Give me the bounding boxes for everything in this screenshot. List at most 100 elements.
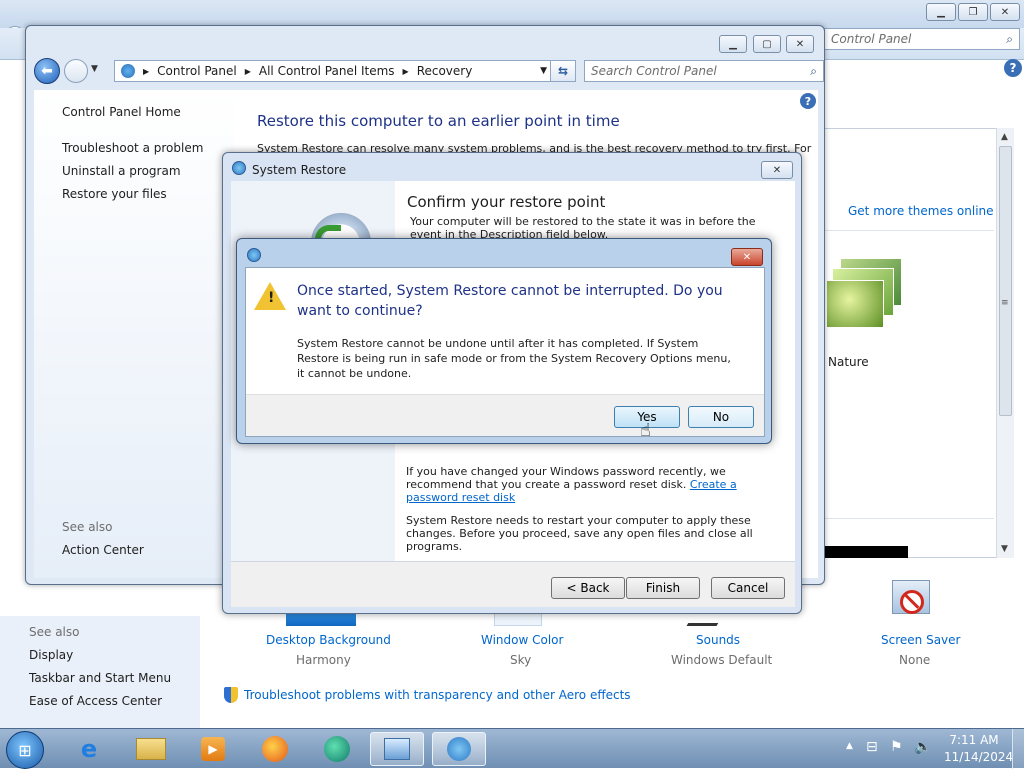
- search-icon[interactable]: ⌕: [1006, 32, 1013, 47]
- recovery-close-button[interactable]: ✕: [786, 35, 814, 53]
- recovery-maximize-button[interactable]: ▢: [753, 35, 781, 53]
- personalization-search-input[interactable]: Control Panel ⌕: [824, 28, 1020, 50]
- control-panel-home-link[interactable]: Control Panel Home: [62, 105, 181, 119]
- taskbar-start-menu-link[interactable]: Taskbar and Start Menu: [29, 671, 171, 685]
- themes-divider: [824, 230, 994, 231]
- desktop-background-link[interactable]: Desktop Background: [266, 633, 391, 647]
- media-player-icon[interactable]: ▶: [186, 732, 240, 766]
- clock-time[interactable]: 7:11 AM: [944, 733, 1004, 747]
- themes-divider-bottom: [824, 518, 994, 519]
- warning-exclamation-icon: !: [268, 290, 275, 306]
- dialog-title-icon: [247, 248, 261, 262]
- show-desktop-button[interactable]: [1012, 729, 1024, 769]
- taskbar: ⊞ e ▶ ▲ ⊟ ⚑ 🔈 7:11 AM 11/14/2024: [0, 728, 1024, 769]
- screen-saver-link[interactable]: Screen Saver: [881, 633, 960, 647]
- sounds-icon[interactable]: [686, 614, 724, 626]
- restart-notice: System Restore needs to restart your com…: [406, 514, 753, 553]
- internet-explorer-icon[interactable]: e: [62, 732, 116, 766]
- clock-date[interactable]: 11/14/2024: [944, 750, 1013, 764]
- breadcrumb-control-panel[interactable]: Control Panel: [157, 64, 237, 78]
- nature-theme-thumbnail[interactable]: [826, 252, 906, 332]
- get-more-themes-link[interactable]: Get more themes online: [848, 204, 994, 218]
- mouse-cursor-icon: ☝: [640, 420, 651, 441]
- restore-files-link[interactable]: Restore your files: [62, 187, 167, 201]
- firefox-icon[interactable]: [248, 732, 302, 766]
- password-notice: If you have changed your Windows passwor…: [406, 465, 766, 504]
- screen-saver-value: None: [899, 653, 931, 667]
- system-restore-taskbar-button[interactable]: [432, 732, 486, 766]
- breadcrumb-separator-icon: ▶: [402, 66, 409, 76]
- password-notice-text: If you have changed your Windows passwor…: [406, 465, 726, 491]
- desktop-background-value: Harmony: [296, 653, 351, 667]
- confirm-heading: Confirm your restore point: [407, 193, 606, 211]
- recent-pages-chevron-icon[interactable]: ▼: [91, 64, 98, 74]
- network-icon[interactable]: ⊟: [866, 739, 878, 755]
- maximize-button[interactable]: ❐: [958, 3, 988, 21]
- see-also-label: See also: [29, 625, 80, 639]
- uninstall-program-link[interactable]: Uninstall a program: [62, 164, 181, 178]
- control-panel-taskbar-button[interactable]: [370, 732, 424, 766]
- finish-button[interactable]: Finish: [626, 577, 700, 599]
- back-button[interactable]: < Back: [551, 577, 625, 599]
- minimize-button[interactable]: ▁: [926, 3, 956, 21]
- help-icon[interactable]: ?: [1004, 59, 1022, 77]
- no-button[interactable]: No: [688, 406, 754, 428]
- troubleshoot-aero-link[interactable]: Troubleshoot problems with transparency …: [244, 688, 631, 702]
- search-placeholder: Control Panel: [831, 32, 912, 46]
- action-center-flag-icon[interactable]: ⚑: [890, 739, 903, 755]
- breadcrumb[interactable]: ▶ Control Panel ▶ All Control Panel Item…: [114, 60, 552, 82]
- scrollbar-grip-icon: ≡: [1001, 298, 1009, 308]
- confirm-dialog: ✕ ! Once started, System Restore cannot …: [236, 238, 772, 444]
- file-explorer-icon[interactable]: [124, 732, 178, 766]
- help-icon[interactable]: ?: [800, 93, 816, 109]
- action-center-link[interactable]: Action Center: [62, 543, 144, 557]
- screen-saver-icon[interactable]: [890, 580, 934, 622]
- theme-thumbnail-strip: [824, 546, 908, 558]
- refresh-icon[interactable]: ⇆: [550, 60, 576, 82]
- breadcrumb-all-items[interactable]: All Control Panel Items: [259, 64, 395, 78]
- close-button[interactable]: ✕: [990, 3, 1020, 21]
- breadcrumb-recovery[interactable]: Recovery: [417, 64, 473, 78]
- theme-list-scrollbar[interactable]: [996, 128, 1014, 558]
- recovery-navigation-bar: ⬅ ▼ ▶ Control Panel ▶ All Control Panel …: [34, 56, 824, 86]
- troubleshoot-link[interactable]: Troubleshoot a problem: [62, 141, 203, 155]
- start-button[interactable]: ⊞: [6, 731, 44, 769]
- show-hidden-icons-chevron-icon[interactable]: ▲: [846, 741, 853, 751]
- dialog-close-button[interactable]: ✕: [731, 248, 763, 266]
- search-icon[interactable]: ⌕: [810, 64, 817, 79]
- recovery-sidebar: Control Panel Home Troubleshoot a proble…: [34, 90, 234, 578]
- sounds-link[interactable]: Sounds: [696, 633, 740, 647]
- dialog-message: System Restore cannot be undone until af…: [297, 337, 731, 380]
- window-color-icon[interactable]: [494, 614, 542, 626]
- dialog-title: Once started, System Restore cannot be i…: [297, 283, 723, 319]
- volume-muted-icon[interactable]: 🔈: [914, 739, 931, 755]
- system-restore-button-bar: < Back Finish Cancel: [231, 561, 795, 607]
- system-restore-title-icon: [232, 161, 246, 175]
- shield-icon: [224, 687, 238, 703]
- desktop-background-icon[interactable]: [286, 614, 356, 626]
- control-panel-icon: [121, 64, 135, 78]
- window-color-link[interactable]: Window Color: [481, 633, 563, 647]
- ease-of-access-link[interactable]: Ease of Access Center: [29, 694, 162, 708]
- theme-list: [824, 128, 1014, 558]
- nature-theme-label: Nature: [828, 355, 869, 369]
- cancel-button[interactable]: Cancel: [711, 577, 785, 599]
- breadcrumb-separator-icon: ▶: [143, 66, 150, 76]
- recovery-search-input[interactable]: Search Control Panel ⌕: [584, 60, 824, 82]
- scroll-down-icon[interactable]: ▼: [1001, 544, 1008, 554]
- see-also-label: See also: [62, 520, 113, 534]
- page-heading: Restore this computer to an earlier poin…: [257, 112, 620, 130]
- forward-arrow-icon[interactable]: [64, 59, 88, 83]
- window-color-value: Sky: [510, 653, 532, 667]
- dialog-button-bar: Yes No: [246, 394, 764, 436]
- system-restore-title: System Restore: [252, 163, 347, 177]
- personalization-titlebar: [0, 0, 1024, 28]
- scroll-up-icon[interactable]: ▲: [1001, 132, 1008, 142]
- edge-icon[interactable]: [310, 732, 364, 766]
- system-restore-close-button[interactable]: ✕: [761, 161, 793, 179]
- display-link[interactable]: Display: [29, 648, 73, 662]
- recovery-minimize-button[interactable]: ▁: [719, 35, 747, 53]
- breadcrumb-separator-icon: ▶: [244, 66, 251, 76]
- back-arrow-icon[interactable]: ⬅: [34, 58, 60, 84]
- sounds-value: Windows Default: [671, 653, 773, 667]
